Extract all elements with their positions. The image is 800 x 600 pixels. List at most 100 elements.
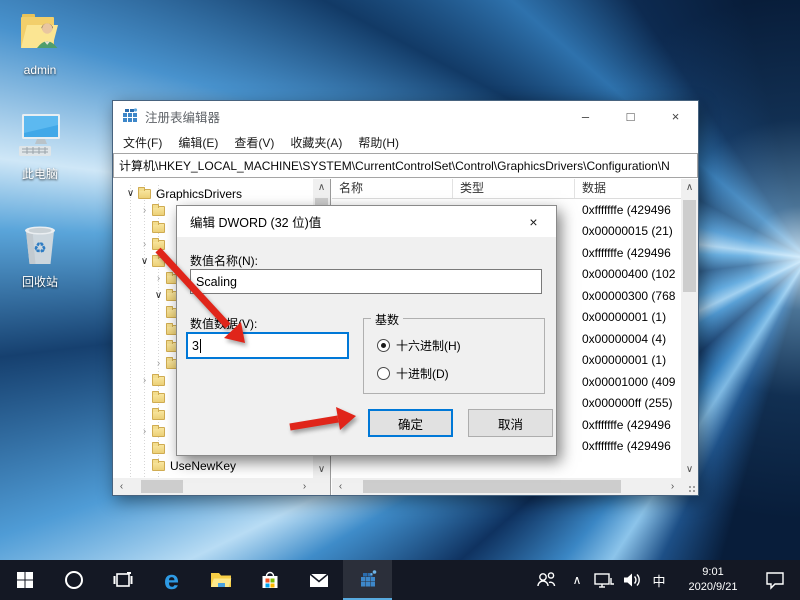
desktop-icon-label: 此电脑 <box>4 165 76 182</box>
value-data-cell: 0x00000004 (4) <box>582 332 681 346</box>
scrollbar-thumb[interactable] <box>141 480 183 493</box>
column-header-name[interactable]: 名称 <box>332 179 453 198</box>
edit-dword-dialog: 编辑 DWORD (32 位)值 × 数值名称(N): Scaling 数值数据… <box>176 205 557 456</box>
regedit-titlebar[interactable]: 注册表编辑器 – □ × <box>113 101 698 131</box>
menu-file[interactable]: 文件(F) <box>115 134 170 151</box>
collapse-icon[interactable]: ∨ <box>153 287 164 304</box>
menu-help[interactable]: 帮助(H) <box>350 134 407 151</box>
mail-icon <box>307 568 331 592</box>
value-name-label: 数值名称(N): <box>190 252 258 269</box>
start-button[interactable] <box>0 560 49 600</box>
value-data-cell: 0x00000300 (768 <box>582 289 681 303</box>
value-data-field[interactable]: 3 <box>186 332 349 359</box>
mail-button[interactable] <box>294 560 343 600</box>
resize-grip[interactable] <box>688 485 696 493</box>
desktop-icon-this-pc[interactable]: 此电脑 <box>4 112 76 182</box>
dialog-titlebar[interactable]: 编辑 DWORD (32 位)值 <box>177 206 556 237</box>
folder-icon <box>152 376 165 386</box>
hexadecimal-radio[interactable] <box>377 339 390 352</box>
expand-icon[interactable]: › <box>139 236 150 253</box>
this-pc-icon <box>15 112 65 158</box>
tree-horizontal-scrollbar[interactable]: ‹ › <box>113 478 313 495</box>
dialog-close-icon[interactable]: × <box>511 206 556 237</box>
search-button[interactable] <box>49 560 98 600</box>
ime-indicator[interactable]: 中 <box>646 560 672 600</box>
maximize-button[interactable]: □ <box>608 101 653 131</box>
column-header-data[interactable]: 数据 <box>575 179 681 198</box>
value-name-field[interactable]: Scaling <box>190 269 542 294</box>
store-button[interactable] <box>245 560 294 600</box>
minimize-button[interactable]: – <box>563 101 608 131</box>
regedit-cube-icon <box>356 568 380 592</box>
text-caret <box>200 339 201 353</box>
folder-icon <box>152 444 165 454</box>
base-group-box <box>363 318 545 394</box>
menu-view[interactable]: 查看(V) <box>226 134 282 151</box>
scroll-up-icon[interactable]: ∧ <box>681 179 698 196</box>
decimal-radio-row[interactable]: 十进制(D) <box>377 365 449 382</box>
scrollbar-thumb[interactable] <box>683 200 696 292</box>
taskbar-clock[interactable]: 9:01 2020/9/21 <box>680 565 746 595</box>
expand-icon[interactable]: › <box>139 202 150 219</box>
tree-item-graphicsdrivers[interactable]: ∨GraphicsDrivers <box>113 185 313 202</box>
value-data-cell: 0xfffffffe (429496 <box>582 246 681 260</box>
decimal-radio[interactable] <box>377 367 390 380</box>
list-horizontal-scrollbar[interactable]: ‹ › <box>332 478 681 495</box>
expand-icon[interactable]: › <box>153 270 164 287</box>
hidden-icons-button[interactable]: ∧ <box>564 560 590 600</box>
file-explorer-button[interactable] <box>196 560 245 600</box>
menu-edit[interactable]: 编辑(E) <box>170 134 226 151</box>
scroll-right-icon[interactable]: › <box>664 478 681 495</box>
taskbar-regedit-button[interactable] <box>343 560 392 600</box>
desktop-icon-admin[interactable]: admin <box>4 10 76 77</box>
desktop-icon-recycle-bin[interactable]: ♻ 回收站 <box>4 220 76 290</box>
list-vertical-scrollbar[interactable]: ∧ ∨ <box>681 179 698 478</box>
value-data-cell: 0xfffffffe (429496 <box>582 439 681 453</box>
folder-icon <box>152 223 165 233</box>
column-headers: 名称 类型 数据 <box>332 179 681 199</box>
edge-icon: e <box>164 567 179 594</box>
column-header-type[interactable]: 类型 <box>453 179 575 198</box>
scroll-up-icon[interactable]: ∧ <box>313 179 330 196</box>
folder-icon <box>152 257 165 267</box>
volume-button[interactable] <box>618 560 646 600</box>
file-explorer-icon <box>209 568 233 592</box>
base-group-label: 基数 <box>371 311 403 328</box>
folder-icon <box>152 461 165 471</box>
value-data-cell: 0x00000015 (21) <box>582 224 681 238</box>
dialog-title: 编辑 DWORD (32 位)值 <box>190 212 321 231</box>
value-data-cell: 0xfffffffe (429496 <box>582 203 681 217</box>
address-bar[interactable]: 计算机\HKEY_LOCAL_MACHINE\SYSTEM\CurrentCon… <box>113 153 698 178</box>
ok-button[interactable]: 确定 <box>368 409 453 437</box>
cancel-button[interactable]: 取消 <box>468 409 553 437</box>
tree-item-label: UseNewKey <box>170 459 236 473</box>
scroll-down-icon[interactable]: ∨ <box>313 461 330 478</box>
collapse-icon[interactable]: ∨ <box>139 253 150 270</box>
close-button[interactable]: × <box>653 101 698 131</box>
expand-icon[interactable]: › <box>153 355 164 372</box>
scroll-left-icon[interactable]: ‹ <box>113 478 130 495</box>
scroll-right-icon[interactable]: › <box>296 478 313 495</box>
people-button[interactable] <box>528 560 564 600</box>
clock-date: 2020/9/21 <box>680 580 746 595</box>
chevron-up-icon: ∧ <box>573 573 582 587</box>
network-button[interactable] <box>590 560 618 600</box>
scroll-down-icon[interactable]: ∨ <box>681 461 698 478</box>
value-data-text: 3 <box>192 339 199 353</box>
expand-icon[interactable]: › <box>139 372 150 389</box>
window-controls: – □ × <box>563 101 698 131</box>
action-center-button[interactable] <box>754 560 796 600</box>
menu-bar: 文件(F) 编辑(E) 查看(V) 收藏夹(A) 帮助(H) <box>113 131 698 153</box>
tree-item-usenewkey[interactable]: UseNewKey <box>113 457 313 474</box>
scroll-left-icon[interactable]: ‹ <box>332 478 349 495</box>
edge-button[interactable]: e <box>147 560 196 600</box>
clock-time: 9:01 <box>680 565 746 580</box>
menu-favorites[interactable]: 收藏夹(A) <box>282 134 350 151</box>
volume-icon <box>621 570 643 590</box>
hexadecimal-radio-row[interactable]: 十六进制(H) <box>377 337 461 354</box>
task-view-button[interactable] <box>98 560 147 600</box>
scrollbar-corner <box>681 478 698 495</box>
scrollbar-thumb[interactable] <box>363 480 621 493</box>
collapse-icon[interactable]: ∨ <box>125 185 136 202</box>
expand-icon[interactable]: › <box>139 423 150 440</box>
